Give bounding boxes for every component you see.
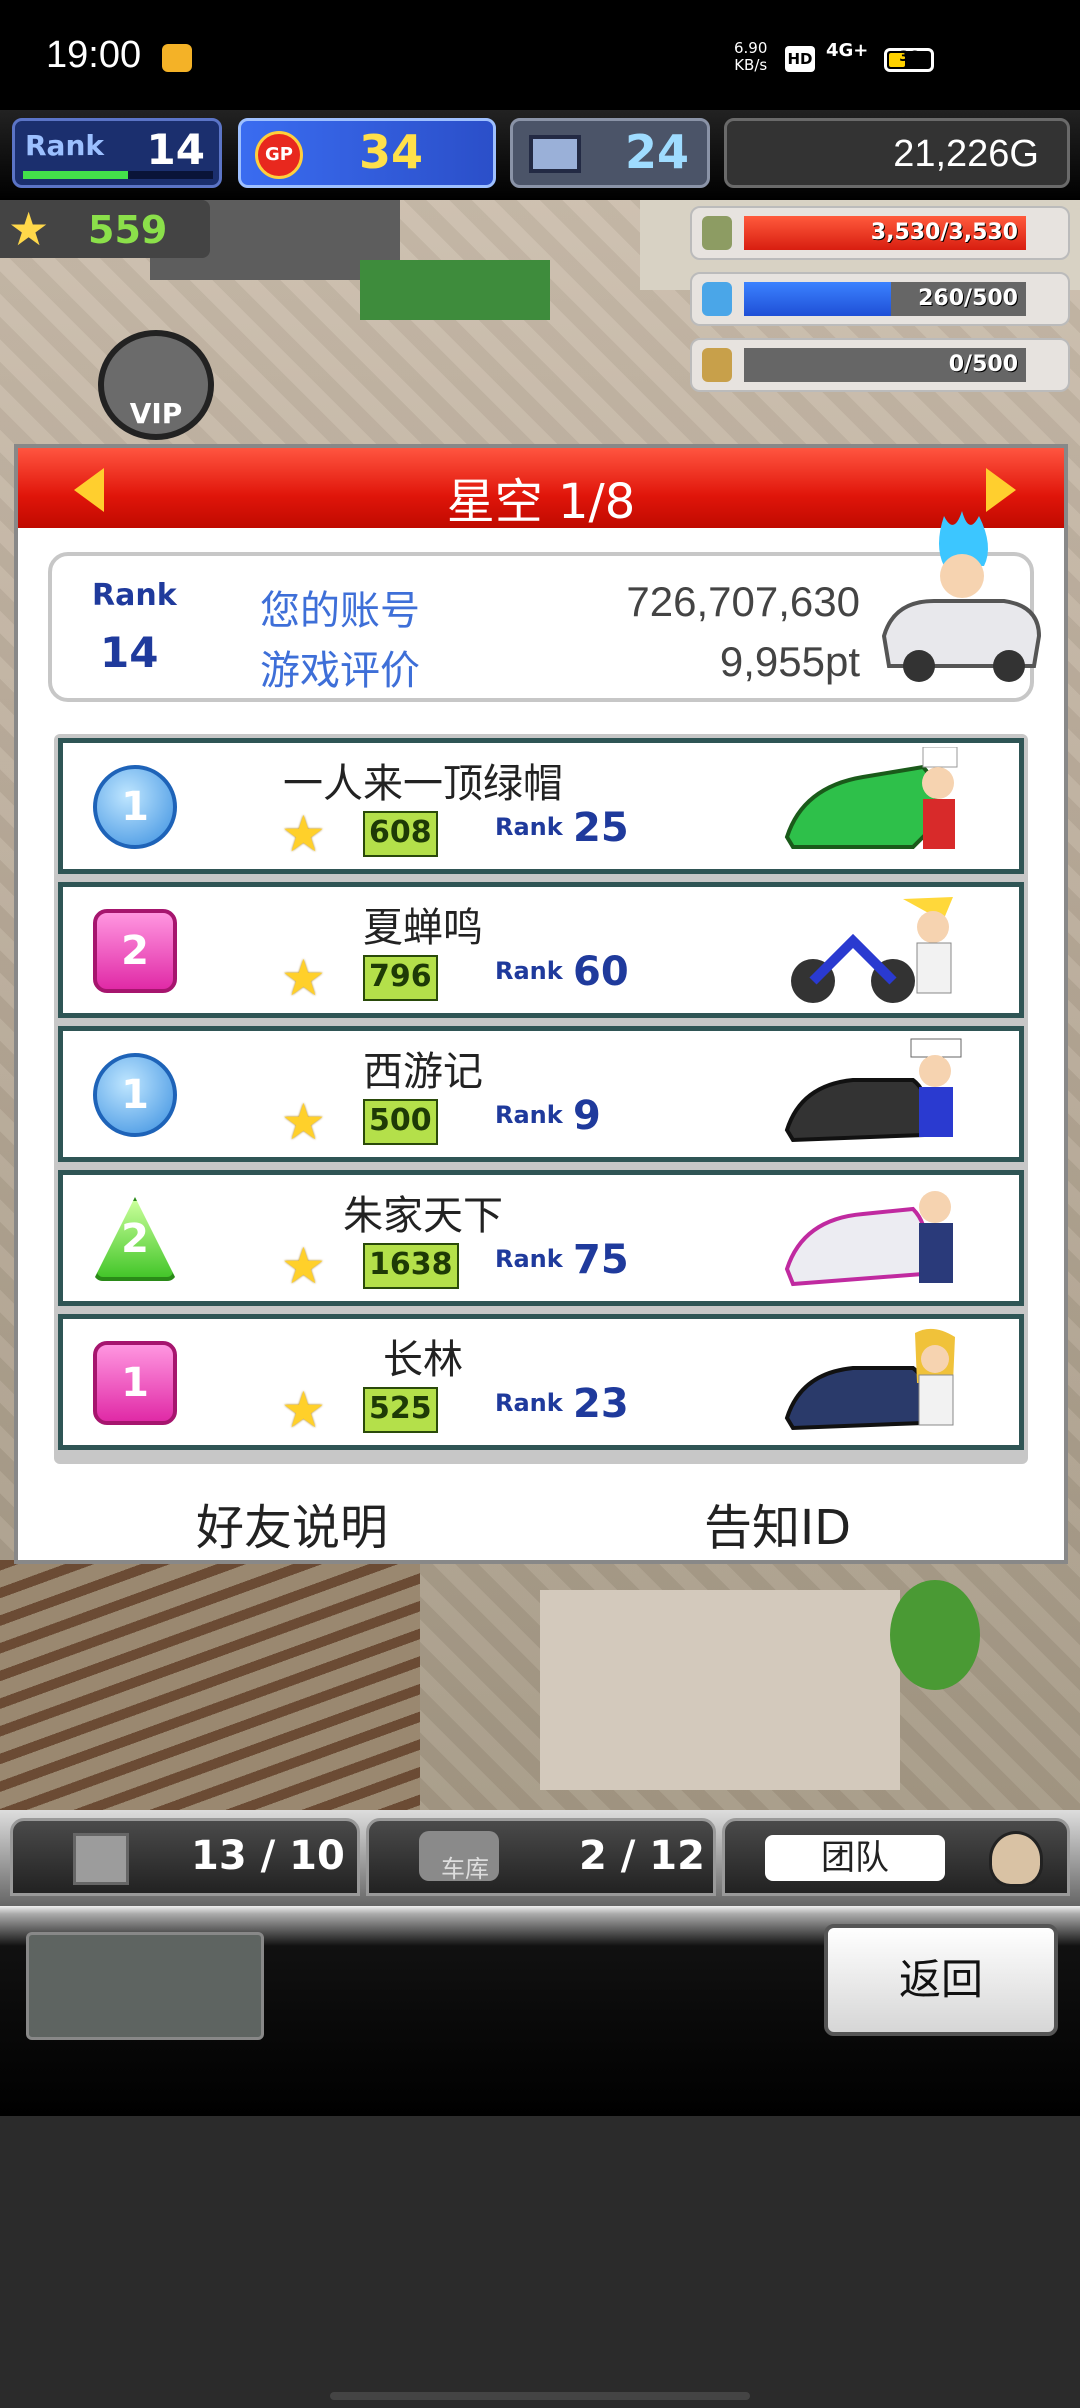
network-speed: 6.90 KB/s (734, 39, 768, 74)
pavement (540, 1590, 900, 1790)
lower-area (0, 2116, 1080, 2408)
friend-badge: 1 (93, 1053, 177, 1137)
tab-storage[interactable]: 13 / 10 (10, 1818, 360, 1896)
railway (0, 1560, 420, 1810)
friend-badge: 1 (93, 765, 177, 849)
hedge (360, 260, 550, 320)
friend-row[interactable]: 1 长林 ★ 525 Rank 23 (58, 1314, 1024, 1450)
friend-car-avatar (784, 1038, 962, 1143)
friend-row[interactable]: 2 夏蝉鸣 ★ 796 Rank 60 (58, 882, 1024, 1018)
friend-rank: 23 (573, 1381, 629, 1427)
status-bar: 19:00 6.90 KB/s HD 4G+ 36 (0, 0, 1080, 110)
friend-badge: 2 (93, 909, 177, 993)
friend-name: 西游记 (363, 1049, 483, 1095)
friend-fans: 1638 (363, 1243, 459, 1289)
tree (890, 1580, 980, 1690)
my-car-avatar (881, 511, 1042, 682)
friends-dialog: 星空 1/8 Rank 14 您的账号 726,707,630 游戏评价 9,9… (14, 444, 1068, 1564)
info-box (26, 1932, 264, 2040)
friend-name: 一人来一顶绿帽 (283, 761, 563, 807)
star-icon: ★ (281, 1381, 326, 1439)
return-button[interactable]: 返回 (824, 1924, 1058, 2036)
signal-icon: 4G+ (826, 40, 869, 61)
hd-icon: HD (785, 46, 815, 72)
gp-counter[interactable]: GP 34 (238, 118, 496, 188)
friend-help-button[interactable]: 好友说明 (196, 1488, 388, 1558)
gas-resource: 3,530/3,530 (690, 206, 1070, 260)
star-icon: ★ (281, 949, 326, 1007)
game-rating: 9,955pt (719, 638, 860, 685)
friend-car-avatar (784, 747, 958, 849)
tell-id-button[interactable]: 告知ID (704, 1488, 851, 1558)
friend-fans: 608 (363, 811, 438, 857)
crate-icon (73, 1833, 129, 1885)
friend-list: 1 一人来一顶绿帽 ★ 608 Rank 25 2 夏蝉鸣 ★ 796 Rank… (54, 734, 1028, 1464)
friend-car-avatar (784, 1328, 955, 1431)
account-id: 726,707,630 (626, 578, 860, 625)
pc-counter[interactable]: 24 (510, 118, 710, 188)
friend-row[interactable]: 2 朱家天下 ★ 1638 Rank 75 (58, 1170, 1024, 1306)
friend-name: 夏蝉鸣 (363, 905, 483, 951)
vip-emblem[interactable]: VIP (98, 330, 214, 440)
oil-resource: 260/500 (690, 272, 1070, 326)
control-panel: 返回 (0, 1906, 1080, 2116)
top-hud: Rank 14 GP 34 24 21,226G (0, 110, 1080, 200)
friend-fans: 500 (363, 1099, 438, 1145)
computer-icon (529, 135, 581, 173)
fans-counter: ★ 559 (0, 200, 210, 258)
wheat-resource: 0/500 (690, 338, 1070, 392)
oil-bottle-icon (702, 282, 732, 316)
friend-name: 朱家天下 (343, 1193, 503, 1239)
friend-row[interactable]: 1 西游记 ★ 500 Rank 9 (58, 1026, 1024, 1162)
my-profile-card: Rank 14 您的账号 726,707,630 游戏评价 9,955pt (48, 511, 1042, 702)
battery-icon: 36 (884, 48, 934, 72)
clock: 19:00 (46, 34, 142, 76)
player-rank: Rank 14 (12, 118, 222, 188)
star-icon: ★ (281, 805, 326, 863)
friend-rank: 75 (573, 1237, 629, 1283)
friend-row[interactable]: 1 一人来一顶绿帽 ★ 608 Rank 25 (58, 738, 1024, 874)
home-indicator[interactable] (330, 2392, 750, 2400)
friend-badge: 1 (93, 1341, 177, 1425)
gas-icon (702, 216, 732, 250)
tab-team[interactable]: 团队 (722, 1818, 1070, 1896)
friend-rank: 25 (573, 805, 629, 851)
friend-rank: 60 (573, 949, 629, 995)
team-label: 团队 (765, 1835, 945, 1881)
friend-fans: 796 (363, 955, 438, 1001)
money-display: 21,226G (724, 118, 1070, 188)
wheat-icon (702, 348, 732, 382)
friend-badge: 2 (93, 1197, 177, 1281)
staff-portrait-icon (989, 1831, 1043, 1887)
bottom-tab-bar: 13 / 10 车库 2 / 12 团队 (0, 1810, 1080, 1906)
rank-progress-bar (23, 171, 213, 179)
star-icon: ★ (8, 202, 50, 256)
star-icon: ★ (281, 1093, 326, 1151)
gp-coin-icon: GP (255, 131, 303, 179)
tab-garage[interactable]: 车库 2 / 12 (366, 1818, 716, 1896)
friend-rank: 9 (573, 1093, 601, 1139)
app-notification-icon (162, 44, 192, 72)
friend-bike-avatar (791, 897, 953, 1003)
star-icon: ★ (281, 1237, 326, 1295)
friend-fans: 525 (363, 1387, 438, 1433)
friend-car-avatar (784, 1191, 953, 1287)
friend-name: 长林 (383, 1337, 463, 1383)
